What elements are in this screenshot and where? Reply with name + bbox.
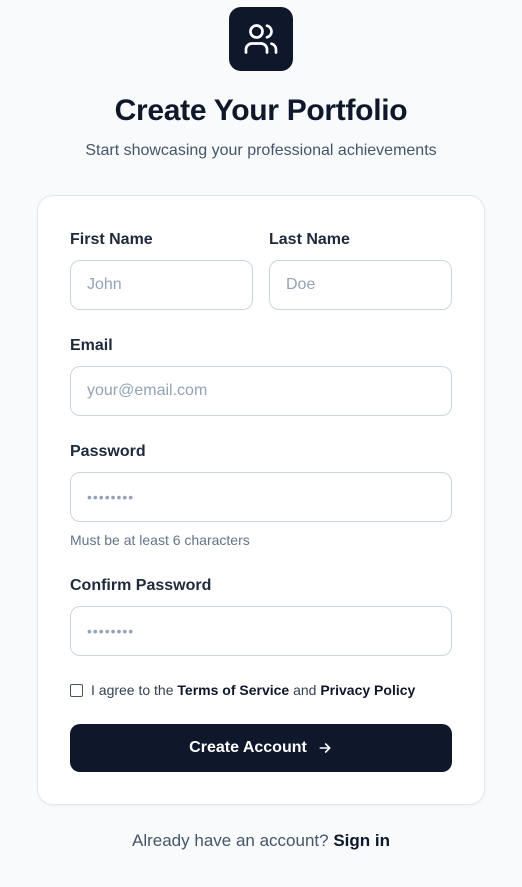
page-subtitle: Start showcasing your professional achie… — [85, 142, 437, 159]
app-logo — [229, 7, 293, 71]
email-placeholder: your@email.com — [87, 382, 208, 399]
password-hint: Must be at least 6 characters — [70, 532, 250, 548]
password-placeholder: •••••••• — [87, 489, 135, 505]
confirm-password-label: Confirm Password — [70, 577, 212, 594]
email-label: Email — [70, 337, 113, 354]
terms-row: I agree to the Terms of Service and Priv… — [70, 682, 415, 698]
confirm-password-input[interactable]: •••••••• — [70, 606, 452, 656]
users-icon — [244, 24, 278, 54]
terms-prefix: I agree to the — [91, 682, 178, 698]
terms-checkbox[interactable] — [70, 683, 83, 697]
last-name-label: Last Name — [269, 231, 350, 248]
first-name-placeholder: John — [87, 276, 122, 293]
password-input[interactable]: •••••••• — [70, 472, 452, 522]
create-account-label: Create Account — [189, 739, 307, 756]
create-account-button[interactable]: Create Account — [70, 724, 452, 772]
last-name-input[interactable]: Doe — [269, 260, 452, 310]
signin-prompt-row: Already have an account? Sign in — [0, 831, 522, 851]
first-name-input[interactable]: John — [70, 260, 253, 310]
last-name-placeholder: Doe — [286, 276, 316, 293]
terms-middle: and — [289, 682, 321, 698]
email-input[interactable]: your@email.com — [70, 366, 452, 416]
sign-in-link[interactable]: Sign in — [333, 831, 390, 850]
confirm-password-placeholder: •••••••• — [87, 623, 135, 639]
first-name-label: First Name — [70, 231, 153, 248]
signin-prompt: Already have an account? — [132, 831, 334, 850]
privacy-policy-link[interactable]: Privacy Policy — [320, 682, 415, 698]
password-label: Password — [70, 443, 146, 460]
terms-of-service-link[interactable]: Terms of Service — [177, 682, 289, 698]
arrow-right-icon — [317, 740, 333, 756]
page-title: Create Your Portfolio — [114, 94, 408, 127]
